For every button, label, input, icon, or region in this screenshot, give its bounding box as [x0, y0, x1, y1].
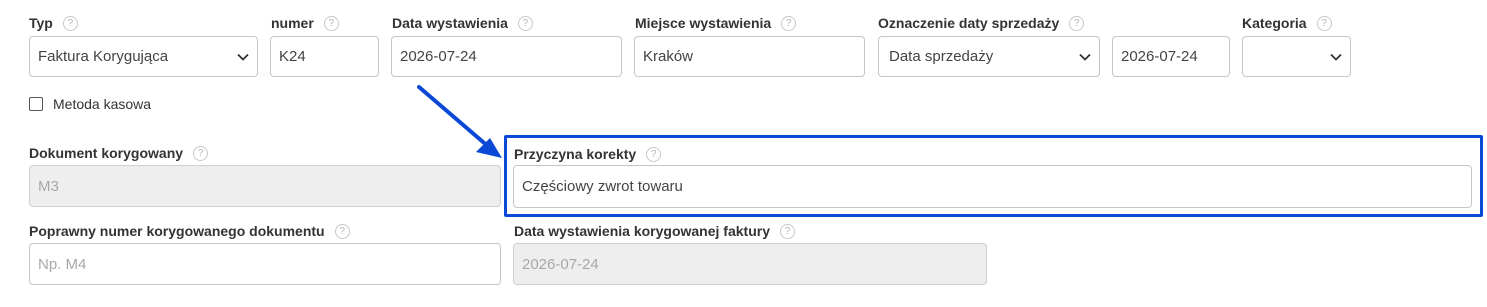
dokument-korygowany-input: M3 [29, 165, 501, 207]
help-icon[interactable]: ? [323, 15, 339, 31]
data-wystawienia-korygowanej-input: 2026-07-24 [513, 243, 987, 285]
help-icon[interactable]: ? [1069, 15, 1085, 31]
chevron-down-icon [1079, 53, 1091, 61]
data-wystawienia-korygowanej-label: Data wystawienia korygowanej faktury ? [514, 223, 795, 239]
help-icon[interactable]: ? [517, 15, 533, 31]
poprawny-numer-input[interactable]: Np. M4 [29, 243, 501, 285]
help-icon[interactable]: ? [779, 223, 795, 239]
miejsce-wystawienia-input[interactable]: Kraków [634, 36, 865, 77]
metoda-kasowa-checkbox[interactable] [29, 97, 43, 111]
metoda-kasowa-label[interactable]: Metoda kasowa [53, 96, 151, 112]
help-icon[interactable]: ? [62, 15, 78, 31]
numer-input[interactable]: K24 [270, 36, 379, 77]
poprawny-numer-label: Poprawny numer korygowanego dokumentu ? [29, 223, 350, 239]
data-wystawienia-label: Data wystawienia ? [392, 15, 533, 31]
dokument-korygowany-label: Dokument korygowany ? [29, 145, 209, 161]
help-icon[interactable]: ? [646, 146, 662, 162]
help-icon[interactable]: ? [781, 15, 797, 31]
numer-label: numer ? [271, 15, 339, 31]
data-sprzedazy-input[interactable]: 2026-07-24 [1112, 36, 1230, 77]
miejsce-wystawienia-label: Miejsce wystawienia ? [635, 15, 797, 31]
oznaczenie-daty-sprzedazy-select[interactable]: Data sprzedaży [878, 36, 1100, 77]
chevron-down-icon [237, 53, 249, 61]
arrow-down-right-icon [417, 85, 502, 158]
typ-label: Typ ? [29, 15, 78, 31]
help-icon[interactable]: ? [334, 223, 350, 239]
kategoria-select[interactable] [1242, 36, 1351, 77]
help-icon[interactable]: ? [193, 145, 209, 161]
kategoria-label: Kategoria ? [1242, 15, 1332, 31]
metoda-kasowa-row: Metoda kasowa [29, 96, 151, 112]
przyczyna-korekty-input[interactable]: Częściowy zwrot towaru [513, 165, 1472, 208]
chevron-down-icon [1330, 53, 1342, 61]
data-wystawienia-input[interactable]: 2026-07-24 [391, 36, 622, 77]
typ-select[interactable]: Faktura Korygująca [29, 36, 258, 77]
help-icon[interactable]: ? [1316, 15, 1332, 31]
oznaczenie-daty-sprzedazy-label: Oznaczenie daty sprzedaży ? [878, 15, 1085, 31]
przyczyna-korekty-label: Przyczyna korekty ? [514, 146, 662, 162]
